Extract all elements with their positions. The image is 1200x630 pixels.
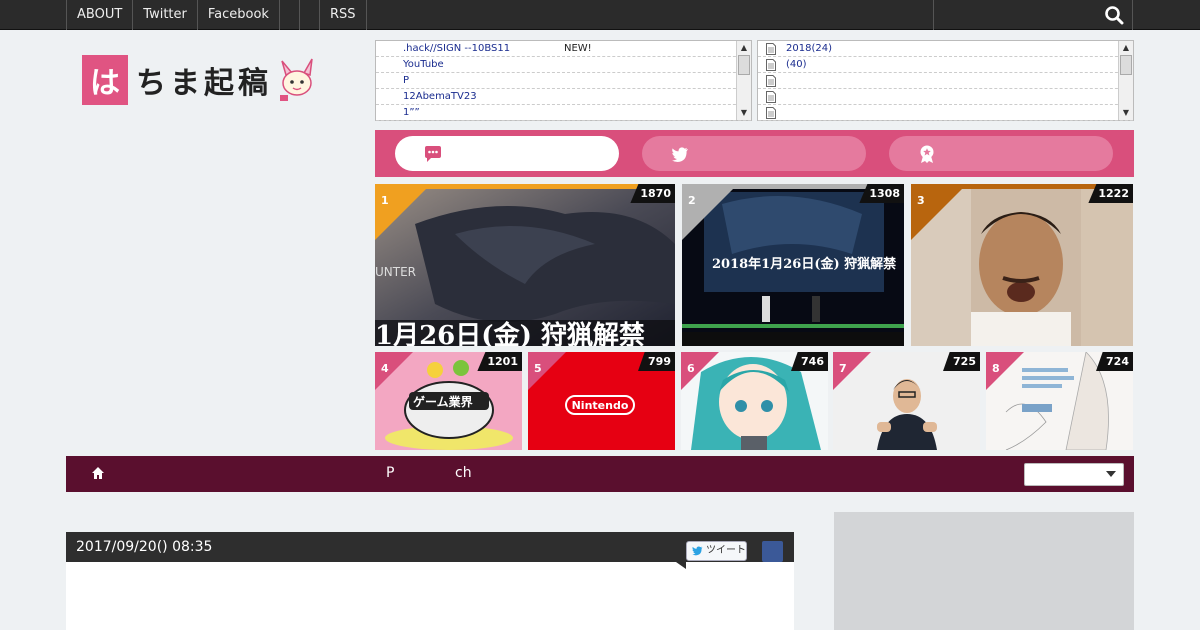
- document-icon: [766, 75, 776, 87]
- topnav-rss[interactable]: RSS: [318, 0, 367, 30]
- news-row-text[interactable]: .hack//SIGN --10BS11: [403, 43, 510, 54]
- document-icon: [766, 91, 776, 103]
- facebook-share-button[interactable]: [762, 541, 783, 562]
- news-row[interactable]: 12AbemaTV23: [376, 89, 751, 105]
- rank-number: 6: [687, 362, 695, 375]
- news-row-text[interactable]: P: [403, 75, 409, 86]
- search-box[interactable]: [933, 0, 1133, 30]
- topnav-empty-1[interactable]: [278, 0, 299, 30]
- ranking-tile-7[interactable]: 7 725: [833, 352, 980, 450]
- main-nav: P ch: [66, 456, 1134, 492]
- rank-number: 3: [917, 194, 925, 207]
- ranking-tile-3[interactable]: 3 1222: [911, 184, 1133, 346]
- nav-item-ch[interactable]: ch: [455, 465, 472, 481]
- svg-text:Nintendo: Nintendo: [572, 399, 629, 412]
- category-select[interactable]: [1024, 463, 1124, 486]
- tweet-label: ツイート: [706, 545, 746, 556]
- archive-panel[interactable]: 2018(24) (40) ▲ ▼: [757, 40, 1134, 121]
- rank-corner: [375, 184, 431, 240]
- chevron-down-icon: [1106, 471, 1116, 477]
- news-row-text[interactable]: 1””: [403, 107, 420, 118]
- rank-corner: [682, 184, 738, 240]
- scroll-down-icon[interactable]: ▼: [739, 108, 749, 118]
- mascot-icon: [280, 58, 313, 101]
- new-badge: NEW!: [564, 43, 592, 54]
- news-row[interactable]: P: [376, 73, 751, 89]
- twitter-bird-icon: [671, 147, 688, 162]
- topnav-empty-2[interactable]: [298, 0, 319, 30]
- document-icon: [766, 59, 776, 71]
- rank-number: 1: [381, 194, 389, 207]
- news-row[interactable]: YouTube: [376, 57, 751, 73]
- svg-text:1月26日(金) 狩猟解禁: 1月26日(金) 狩猟解禁: [375, 320, 645, 346]
- top-nav: ABOUT Twitter Facebook RSS: [66, 0, 367, 30]
- site-logo[interactable]: は ちま起稿: [82, 54, 352, 106]
- svg-text:2018年1月26日(金) 狩猟解禁: 2018年1月26日(金) 狩猟解禁: [712, 256, 896, 272]
- archive-row-text[interactable]: 2018(24): [786, 43, 832, 54]
- archive-row[interactable]: [758, 73, 1133, 89]
- topnav-twitter[interactable]: Twitter: [132, 0, 197, 30]
- ranking-tile-8[interactable]: 8 724: [986, 352, 1133, 450]
- archive-row-text[interactable]: (40): [786, 59, 807, 70]
- header-notch: [676, 562, 686, 569]
- archive-row[interactable]: (40): [758, 57, 1133, 73]
- document-icon: [766, 107, 776, 119]
- archive-row[interactable]: 2018(24): [758, 41, 1133, 57]
- ranking-tile-5[interactable]: Nintendo 5 799: [528, 352, 675, 450]
- archive-scrollbar[interactable]: ▲ ▼: [1118, 41, 1133, 120]
- news-ticker-panel[interactable]: .hack//SIGN --10BS11 NEW! YouTube P 12Abe…: [375, 40, 752, 121]
- tab-comments[interactable]: [395, 136, 619, 171]
- ranking-tile-4[interactable]: ゲーム業界 4 1201: [375, 352, 522, 450]
- document-icon: [766, 43, 776, 55]
- svg-text:ゲーム業界: ゲーム業界: [413, 394, 473, 409]
- rank-number: 5: [534, 362, 542, 375]
- archive-row[interactable]: [758, 89, 1133, 105]
- scroll-down-icon[interactable]: ▼: [1121, 108, 1131, 118]
- ranking-tile-1[interactable]: 1月26日(金) 狩猟解禁 UNTER 1 1870: [375, 184, 675, 346]
- article-body: [66, 562, 794, 630]
- topnav-about[interactable]: ABOUT: [66, 0, 132, 30]
- rank-number: 2: [688, 194, 696, 207]
- news-row[interactable]: .hack//SIGN --10BS11 NEW!: [376, 41, 751, 57]
- sidebar-ad-slot: [834, 512, 1134, 630]
- scroll-thumb[interactable]: [1120, 55, 1132, 75]
- rank-number: 8: [992, 362, 1000, 375]
- ranking-tabs: [375, 130, 1134, 177]
- archive-row[interactable]: [758, 105, 1133, 121]
- tab-twitter[interactable]: [642, 136, 866, 171]
- search-icon[interactable]: [1104, 5, 1124, 25]
- topnav-facebook[interactable]: Facebook: [196, 0, 279, 30]
- svg-text:UNTER: UNTER: [375, 265, 416, 279]
- news-row-text[interactable]: YouTube: [403, 59, 444, 70]
- ranking-tile-6[interactable]: 6 746: [681, 352, 828, 450]
- twitter-bird-icon: [692, 546, 703, 556]
- rank-corner: [911, 184, 967, 240]
- scroll-up-icon[interactable]: ▲: [739, 43, 749, 53]
- tweet-button[interactable]: ツイート: [686, 541, 747, 561]
- news-row[interactable]: 1””: [376, 105, 751, 121]
- nav-item-p[interactable]: P: [386, 465, 394, 481]
- logo-badge: は: [82, 55, 128, 105]
- rank-number: 7: [839, 362, 847, 375]
- home-icon[interactable]: [91, 466, 105, 480]
- news-scrollbar[interactable]: ▲ ▼: [736, 41, 751, 120]
- logo-text: ちま起稿: [136, 66, 272, 101]
- top-bar: ABOUT Twitter Facebook RSS: [0, 0, 1200, 30]
- rank-number: 4: [381, 362, 389, 375]
- scroll-thumb[interactable]: [738, 55, 750, 75]
- speech-bubble-icon: [425, 146, 441, 162]
- award-ribbon-icon: [920, 145, 934, 163]
- scroll-up-icon[interactable]: ▲: [1121, 43, 1131, 53]
- news-row-text[interactable]: 12AbemaTV23: [403, 91, 477, 102]
- article-date: 2017/09/20() 08:35: [76, 539, 213, 555]
- tab-popular[interactable]: [889, 136, 1113, 171]
- ranking-tile-2[interactable]: 2018年1月26日(金) 狩猟解禁 2 1308: [682, 184, 904, 346]
